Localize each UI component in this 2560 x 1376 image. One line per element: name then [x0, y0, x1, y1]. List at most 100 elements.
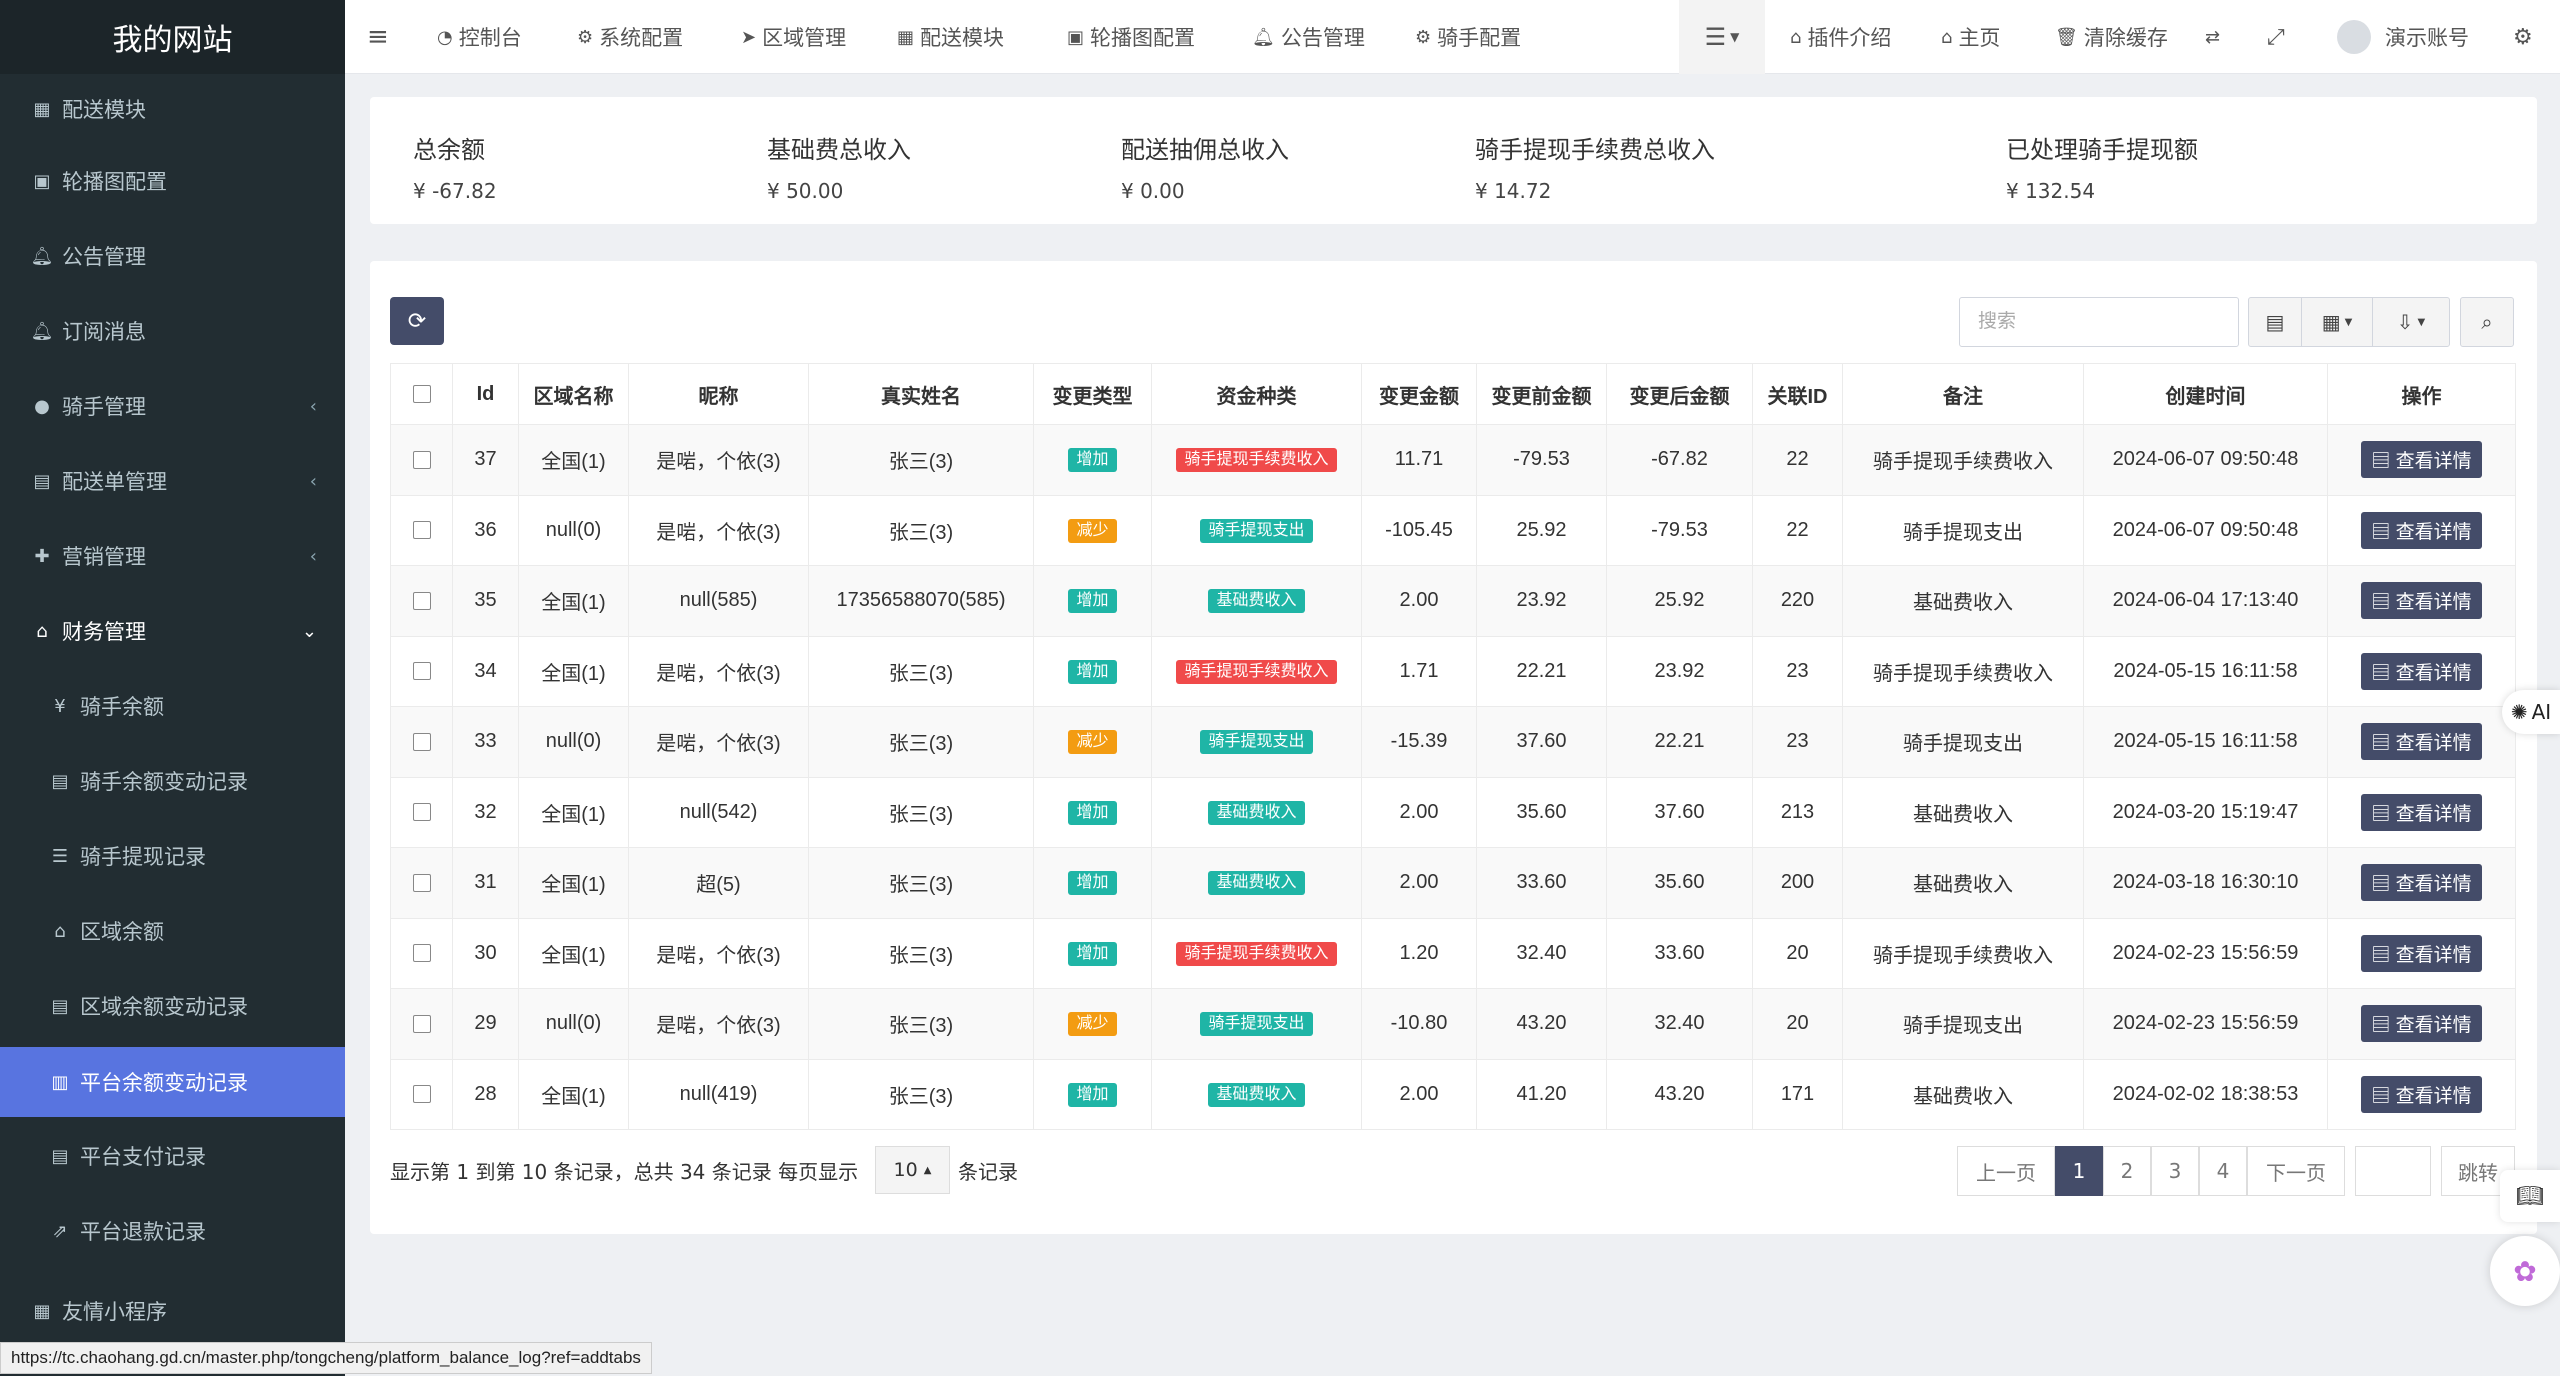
- col-header-region[interactable]: 区域名称: [518, 363, 629, 425]
- more-dropdown-button[interactable]: ☰ ▼: [1679, 0, 1765, 74]
- view-detail-button[interactable]: ▤ 查看详情: [2361, 441, 2482, 479]
- table-row[interactable]: 30 全国(1) 是啱，个依(3) 张三(3) 增加 骑手提现手续费收入 1.20 32.40…: [390, 917, 2516, 989]
- nav-carousel-config[interactable]: ▣ 轮播图配置: [1067, 0, 1195, 74]
- jump-page-input[interactable]: [2355, 1146, 2431, 1196]
- toggle-view-button[interactable]: ▤: [2248, 297, 2302, 347]
- fund-kind-badge: 骑手提现支出: [1200, 1012, 1313, 1037]
- col-header-nickname[interactable]: 昵称: [628, 363, 809, 425]
- prev-page-button[interactable]: 上一页: [1957, 1146, 2055, 1196]
- page-size-select[interactable]: 10 ▲: [875, 1146, 950, 1194]
- row-checkbox[interactable]: [390, 847, 453, 919]
- view-detail-button[interactable]: ▤ 查看详情: [2361, 864, 2482, 902]
- table-row[interactable]: 33 null(0) 是啱，个依(3) 张三(3) 减少 骑手提现支出 -15.39 37.6…: [390, 706, 2516, 778]
- sidebar-item-rider-withdraw[interactable]: ☰ 骑手提现记录: [0, 821, 345, 891]
- view-detail-button[interactable]: ▤ 查看详情: [2361, 652, 2482, 690]
- sidebar-item-marketing[interactable]: ✚ 营销管理 ‹: [0, 521, 345, 591]
- table-row[interactable]: 28 全国(1) null(419) 张三(3) 增加 基础费收入 2.00 41.20 43.…: [390, 1058, 2516, 1130]
- nav-region-management[interactable]: ➤ 区域管理: [741, 0, 846, 74]
- sidebar-item-subscription[interactable]: 🔔︎ 订阅消息: [0, 296, 345, 366]
- row-checkbox[interactable]: [390, 635, 453, 707]
- col-header-after[interactable]: 变更后金额: [1606, 363, 1753, 425]
- sidebar-item-rider-balance-log[interactable]: ▤ 骑手余额变动记录: [0, 746, 345, 816]
- page-1-button[interactable]: 1: [2055, 1146, 2103, 1196]
- cogs-icon: ⚙: [577, 26, 594, 48]
- page-4-button[interactable]: 4: [2199, 1146, 2247, 1196]
- page-3-button[interactable]: 3: [2151, 1146, 2199, 1196]
- col-header-id[interactable]: Id: [452, 363, 519, 425]
- view-detail-button[interactable]: ▤ 查看详情: [2361, 511, 2482, 549]
- nav-system-config[interactable]: ⚙ 系统配置: [577, 0, 683, 74]
- sidebar-item-region-balance-log[interactable]: ▤ 区域余额变动记录: [0, 971, 345, 1041]
- settings-button[interactable]: ⚙: [2513, 0, 2533, 74]
- row-checkbox[interactable]: [390, 494, 453, 566]
- export-button[interactable]: ⇩ ▼: [2372, 297, 2450, 347]
- clear-cache-button[interactable]: 🗑︎ 清除缓存: [2055, 0, 2168, 74]
- table-row[interactable]: 37 全国(1) 是啱，个依(3) 张三(3) 增加 骑手提现手续费收入 11.71 -79.…: [390, 424, 2516, 496]
- sidebar-item-platform-refunds[interactable]: ⇗ 平台退款记录: [0, 1196, 345, 1266]
- fullscreen-button[interactable]: ⤢: [2267, 0, 2285, 74]
- row-checkbox[interactable]: [390, 565, 453, 637]
- next-page-button[interactable]: 下一页: [2247, 1146, 2345, 1196]
- table-row[interactable]: 34 全国(1) 是啱，个依(3) 张三(3) 增加 骑手提现手续费收入 1.71 22.21…: [390, 635, 2516, 707]
- row-checkbox[interactable]: [390, 917, 453, 989]
- col-header-note[interactable]: 备注: [1842, 363, 2084, 425]
- account-menu[interactable]: 演示账号: [2337, 0, 2469, 74]
- view-detail-button[interactable]: ▤ 查看详情: [2361, 934, 2482, 972]
- ai-assistant-button[interactable]: ✺ AI: [2502, 690, 2560, 734]
- col-header-related-id[interactable]: 关联ID: [1752, 363, 1843, 425]
- sidebar-item-finance[interactable]: ⌂ 财务管理 ⌄: [0, 596, 345, 666]
- table-row[interactable]: 36 null(0) 是啱，个依(3) 张三(3) 减少 骑手提现支出 -105.45 25.…: [390, 494, 2516, 566]
- sidebar-item-platform-balance-log[interactable]: ▥ 平台余额变动记录: [0, 1047, 345, 1117]
- menu-toggle-button[interactable]: ≡: [367, 0, 389, 74]
- sidebar-item-mini-programs[interactable]: ▦ 友情小程序: [0, 1276, 345, 1346]
- row-checkbox[interactable]: [390, 1058, 453, 1130]
- search-button[interactable]: ⌕: [2460, 297, 2514, 347]
- columns-button[interactable]: ▦ ▼: [2301, 297, 2373, 347]
- view-detail-button[interactable]: ▤ 查看详情: [2361, 582, 2482, 620]
- view-detail-button[interactable]: ▤ 查看详情: [2361, 1005, 2482, 1043]
- nav-announcements[interactable]: 🔔︎ 公告管理: [1252, 0, 1365, 74]
- col-header-change-type[interactable]: 变更类型: [1033, 363, 1152, 425]
- nav-rider-config[interactable]: ⚙ 骑手配置: [1415, 0, 1521, 74]
- row-checkbox[interactable]: [390, 988, 453, 1060]
- col-header-before[interactable]: 变更前金额: [1476, 363, 1607, 425]
- col-header-fund-kind[interactable]: 资金种类: [1151, 363, 1362, 425]
- cell-fund-kind: 基础费收入: [1151, 847, 1362, 919]
- translate-button[interactable]: ⇄: [2205, 0, 2220, 74]
- select-all-checkbox[interactable]: [390, 363, 453, 425]
- table-row[interactable]: 35 全国(1) null(585) 17356588070(585) 增加 基础费收入 2…: [390, 565, 2516, 637]
- sidebar-item-region-balance[interactable]: ⌂ 区域余额: [0, 896, 345, 966]
- view-detail-button[interactable]: ▤ 查看详情: [2361, 793, 2482, 831]
- sidebar-item-riders[interactable]: ● 骑手管理 ‹: [0, 371, 345, 441]
- brain-assistant-button[interactable]: ✿: [2490, 1236, 2560, 1306]
- col-header-real-name[interactable]: 真实姓名: [808, 363, 1034, 425]
- col-header-amount[interactable]: 变更金额: [1361, 363, 1477, 425]
- table-row[interactable]: 32 全国(1) null(542) 张三(3) 增加 基础费收入 2.00 35.60 37.…: [390, 776, 2516, 848]
- reader-button[interactable]: 📖︎: [2500, 1170, 2560, 1222]
- sidebar-item-delivery-module[interactable]: ▦ 配送模块: [0, 74, 345, 144]
- caret-down-icon: ▼: [2417, 316, 2426, 328]
- col-header-created-at[interactable]: 创建时间: [2083, 363, 2328, 425]
- row-checkbox[interactable]: [390, 776, 453, 848]
- row-checkbox[interactable]: [390, 424, 453, 496]
- nav-delivery-module[interactable]: ▦ 配送模块: [897, 0, 1004, 74]
- sidebar-item-announcements[interactable]: 🔔︎ 公告管理: [0, 221, 345, 291]
- view-detail-button[interactable]: ▤ 查看详情: [2361, 723, 2482, 761]
- nav-home[interactable]: ⌂ 主页: [1941, 0, 2000, 74]
- list-ol-icon: ☰: [51, 845, 69, 867]
- sidebar-item-carousel[interactable]: ▣ 轮播图配置: [0, 146, 345, 216]
- search-input[interactable]: [1959, 297, 2239, 347]
- view-detail-button[interactable]: ▤ 查看详情: [2361, 1075, 2482, 1113]
- nav-plugin-intro[interactable]: ⌂ 插件介绍: [1790, 0, 1891, 74]
- sidebar-item-platform-payments[interactable]: ▤ 平台支付记录: [0, 1121, 345, 1191]
- row-checkbox[interactable]: [390, 706, 453, 778]
- sidebar-item-orders[interactable]: ▤ 配送单管理 ‹: [0, 446, 345, 516]
- table-row[interactable]: 31 全国(1) 超(5) 张三(3) 增加 基础费收入 2.00 33.60 35.60 200…: [390, 847, 2516, 919]
- sidebar-item-rider-balance[interactable]: ¥ 骑手余额: [0, 671, 345, 741]
- nav-dashboard[interactable]: ◔ 控制台: [437, 0, 522, 74]
- page-2-button[interactable]: 2: [2103, 1146, 2151, 1196]
- table-row[interactable]: 29 null(0) 是啱，个依(3) 张三(3) 减少 骑手提现支出 -10.80 43.2…: [390, 988, 2516, 1060]
- th-icon: ▦: [2321, 310, 2341, 334]
- site-logo[interactable]: 我的网站: [0, 0, 345, 74]
- refresh-button[interactable]: ⟳: [390, 297, 444, 345]
